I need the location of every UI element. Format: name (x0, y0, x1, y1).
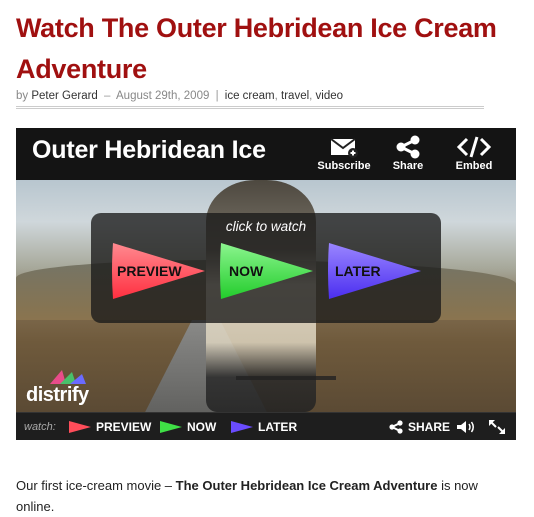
post-date: August 29th, 2009 (116, 90, 210, 102)
preview-small-arrow-icon (69, 421, 91, 433)
code-embed-icon (444, 134, 504, 160)
later-big-button[interactable]: LATER (325, 241, 425, 301)
embed-button[interactable]: Embed (444, 134, 504, 176)
post-meta: by Peter Gerard – August 29th, 2009 | ic… (16, 90, 484, 109)
share-bottom-label: SHARE (408, 420, 451, 434)
player-title: Outer Hebridean Ice (32, 136, 266, 164)
preview-big-button[interactable]: PREVIEW (109, 241, 209, 301)
later-small-arrow-icon (231, 421, 253, 433)
click-to-watch-prompt: click to watch (225, 219, 307, 234)
by-label: by (16, 90, 29, 102)
watch-options-overlay: click to watch PREVIEW NOW LATER (91, 213, 441, 323)
volume-button[interactable] (456, 413, 476, 440)
player-bottom-bar: watch: PREVIEW NOW LATER SHARE (16, 412, 516, 440)
tag-link-ice-cream[interactable]: ice cream (225, 90, 275, 102)
preview-big-label: PREVIEW (117, 263, 182, 279)
now-small-button[interactable]: NOW (159, 413, 216, 440)
now-small-arrow-icon (160, 421, 182, 433)
preview-small-label: PREVIEW (96, 420, 152, 434)
now-big-label: NOW (229, 263, 264, 279)
later-small-label: LATER (258, 420, 298, 434)
later-small-button[interactable]: LATER (230, 413, 297, 440)
distrify-logo: distrify (26, 368, 116, 408)
body-intro: Our first ice-cream movie – (16, 478, 173, 493)
author-link[interactable]: Peter Gerard (31, 90, 97, 102)
body-bold-title: The Outer Hebridean Ice Cream Adventure (175, 478, 438, 493)
embed-label: Embed (455, 160, 493, 172)
subscribe-label: Subscribe (317, 160, 371, 172)
player-top-bar: Outer Hebridean Ice Subscribe Share Embe… (16, 128, 516, 180)
watch-label: watch: (24, 421, 56, 433)
tag-link-video[interactable]: video (316, 90, 344, 102)
fullscreen-button[interactable] (488, 413, 506, 440)
distrify-wordmark: distrify (26, 384, 89, 406)
date-separator: – (104, 90, 111, 102)
share-icon (378, 134, 438, 160)
post-body-paragraph: Our first ice-cream movie – The Outer He… (16, 475, 486, 517)
envelope-plus-icon (314, 134, 374, 160)
meta-divider: | (215, 90, 219, 102)
share-bottom-button[interactable]: SHARE (388, 413, 450, 440)
later-big-label: LATER (335, 263, 381, 279)
now-small-label: NOW (187, 420, 217, 434)
share-top-button[interactable]: Share (378, 134, 438, 176)
fullscreen-arrows-icon (489, 420, 505, 434)
now-big-button[interactable]: NOW (217, 241, 317, 301)
speaker-icon (457, 421, 474, 433)
share-small-icon (389, 420, 403, 434)
preview-small-button[interactable]: PREVIEW (68, 413, 151, 440)
tag-link-travel[interactable]: travel (281, 90, 309, 102)
subscribe-button[interactable]: Subscribe (314, 134, 374, 176)
share-top-label: Share (392, 160, 424, 172)
video-player[interactable]: Outer Hebridean Ice Subscribe Share Embe… (16, 128, 516, 440)
post-title[interactable]: Watch The Outer Hebridean Ice Cream Adve… (16, 8, 516, 90)
bicycle (236, 376, 336, 412)
